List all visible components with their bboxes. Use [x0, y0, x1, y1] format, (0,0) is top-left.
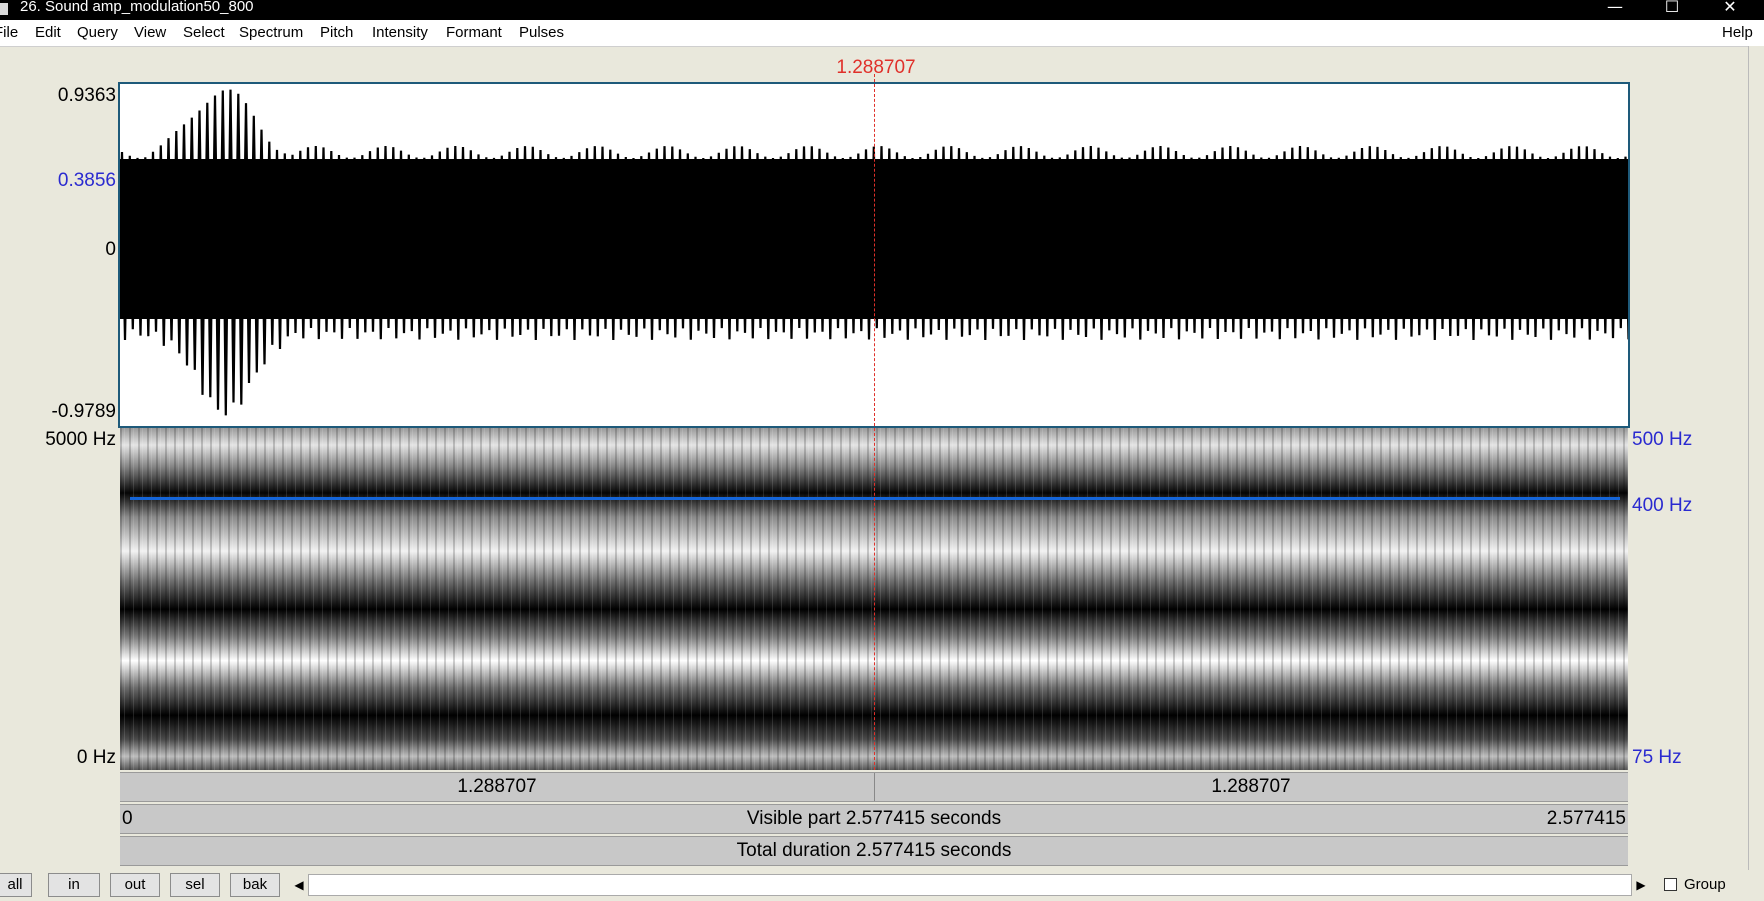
- menu-query[interactable]: Query: [77, 24, 118, 42]
- menu-formant[interactable]: Formant: [446, 24, 502, 42]
- menu-intensity[interactable]: Intensity: [372, 24, 428, 42]
- pitch-top-label: 500 Hz: [1632, 429, 1693, 450]
- right-segment-time[interactable]: 1.288707: [874, 776, 1628, 798]
- scroll-left-icon[interactable]: ◀: [290, 874, 308, 896]
- visible-part-bar[interactable]: 0 Visible part 2.577415 seconds 2.577415: [120, 804, 1628, 834]
- cursor-line[interactable]: [874, 74, 875, 770]
- right-edge-strip: [1748, 46, 1764, 870]
- waveform-max-label: 0.9363: [57, 85, 116, 106]
- visible-end-time: 2.577415: [1546, 808, 1626, 829]
- left-segment-time[interactable]: 1.288707: [120, 776, 874, 798]
- waveform-zero-label: 0: [105, 239, 116, 260]
- menu-help[interactable]: Help: [1722, 24, 1753, 42]
- zoom-out-button[interactable]: out: [110, 873, 160, 897]
- menu-bar: File Edit Query View Select Spectrum Pit…: [0, 20, 1764, 47]
- menu-edit[interactable]: Edit: [35, 24, 61, 42]
- total-duration-bar[interactable]: Total duration 2.577415 seconds: [120, 836, 1628, 866]
- pitch-value-label: 400 Hz: [1632, 495, 1693, 516]
- window-title: 26. Sound amp_modulation50_800: [20, 0, 254, 15]
- zoom-all-button[interactable]: all: [0, 873, 32, 897]
- menu-file[interactable]: File: [0, 24, 18, 42]
- zoom-in-button[interactable]: in: [48, 873, 100, 897]
- menu-select[interactable]: Select: [183, 24, 225, 42]
- zoom-sel-button[interactable]: sel: [170, 873, 220, 897]
- maximize-button[interactable]: ☐: [1644, 0, 1700, 20]
- menu-pulses[interactable]: Pulses: [519, 24, 564, 42]
- spectrogram-top-freq-label: 5000 Hz: [45, 429, 116, 450]
- total-duration-label: Total duration 2.577415 seconds: [736, 840, 1012, 861]
- time-scrollbar[interactable]: [308, 874, 1632, 896]
- zoom-back-button[interactable]: bak: [230, 873, 280, 897]
- minimize-button[interactable]: —: [1587, 0, 1643, 20]
- pitch-bottom-label: 75 Hz: [1632, 747, 1682, 768]
- scroll-right-icon[interactable]: ▶: [1632, 874, 1650, 896]
- title-bar: 26. Sound amp_modulation50_800 — ☐ ✕: [0, 0, 1764, 20]
- close-button[interactable]: ✕: [1702, 0, 1758, 20]
- waveform-cursor-value-label: 0.3856: [57, 170, 116, 191]
- group-checkbox[interactable]: [1664, 878, 1677, 891]
- visible-part-label: Visible part 2.577415 seconds: [746, 808, 1002, 829]
- group-label: Group: [1684, 876, 1726, 893]
- menu-pitch[interactable]: Pitch: [320, 24, 353, 42]
- menu-view[interactable]: View: [134, 24, 166, 42]
- menu-spectrum[interactable]: Spectrum: [239, 24, 303, 42]
- app-icon: [0, 3, 8, 15]
- selection-bar[interactable]: 1.288707 1.288707: [120, 772, 1628, 802]
- waveform-min-label: -0.9789: [51, 401, 116, 422]
- spectrogram-bottom-freq-label: 0 Hz: [76, 747, 116, 768]
- cursor-time-label: 1.288707: [836, 57, 916, 78]
